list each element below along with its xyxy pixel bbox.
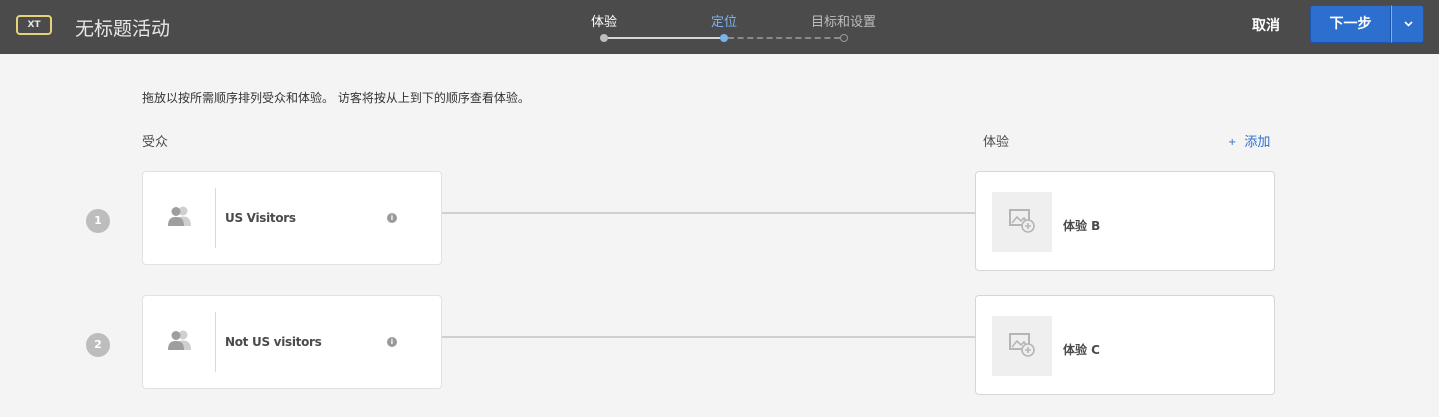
row-number: 2 <box>86 333 110 357</box>
add-label: 添加 <box>1244 135 1271 150</box>
step-goals-settings[interactable]: 目标和设置 <box>811 11 876 30</box>
step-remaining-line <box>728 37 840 39</box>
audience-name: US Visitors <box>225 211 296 225</box>
audiences-heading: 受众 <box>142 135 169 150</box>
experience-thumbnail <box>992 316 1052 376</box>
activity-type-badge: XT <box>16 15 52 35</box>
next-dropdown-button[interactable] <box>1391 5 1424 43</box>
chevron-down-icon <box>1404 21 1413 27</box>
people-icon <box>168 206 191 226</box>
experiences-heading: 体验 <box>983 135 1010 150</box>
step-targeting[interactable]: 定位 <box>711 11 737 30</box>
step-dot-upcoming <box>840 34 848 42</box>
audience-card[interactable]: US Visitors i <box>142 171 442 265</box>
step-progress-line <box>608 37 720 39</box>
image-add-icon <box>1009 333 1035 357</box>
audience-card[interactable]: Not US visitors i <box>142 295 442 389</box>
cancel-button[interactable]: 取消 <box>1252 15 1280 35</box>
experience-card[interactable]: 体验 B <box>975 171 1275 271</box>
top-bar: XT 无标题活动 体验 定位 目标和设置 取消 下一步 <box>0 0 1439 54</box>
people-icon <box>168 330 191 350</box>
audience-name: Not US visitors <box>225 335 322 349</box>
image-add-icon <box>1009 209 1035 233</box>
row-number: 1 <box>86 209 110 233</box>
instructions-text: 拖放以按所需顺序排列受众和体验。 访客将按从上到下的顺序查看体验。 <box>142 91 530 105</box>
card-divider <box>215 188 216 248</box>
info-icon[interactable]: i <box>387 213 397 223</box>
step-dot-done <box>600 34 608 42</box>
experience-name: 体验 C <box>1063 343 1100 357</box>
experience-card[interactable]: 体验 C <box>975 295 1275 395</box>
card-divider <box>215 312 216 372</box>
info-icon[interactable]: i <box>387 337 397 347</box>
experience-thumbnail <box>992 192 1052 252</box>
connector-line <box>442 212 975 214</box>
step-experiences[interactable]: 体验 <box>591 11 617 30</box>
experience-name: 体验 B <box>1063 219 1101 233</box>
next-button[interactable]: 下一步 <box>1310 5 1391 43</box>
activity-title[interactable]: 无标题活动 <box>75 14 170 41</box>
plus-icon: + <box>1228 137 1237 148</box>
workflow-steps: 体验 定位 目标和设置 <box>560 0 900 54</box>
connector-line <box>442 336 975 338</box>
add-experience-link[interactable]: + 添加 <box>1228 131 1270 150</box>
step-dot-current <box>720 34 728 42</box>
